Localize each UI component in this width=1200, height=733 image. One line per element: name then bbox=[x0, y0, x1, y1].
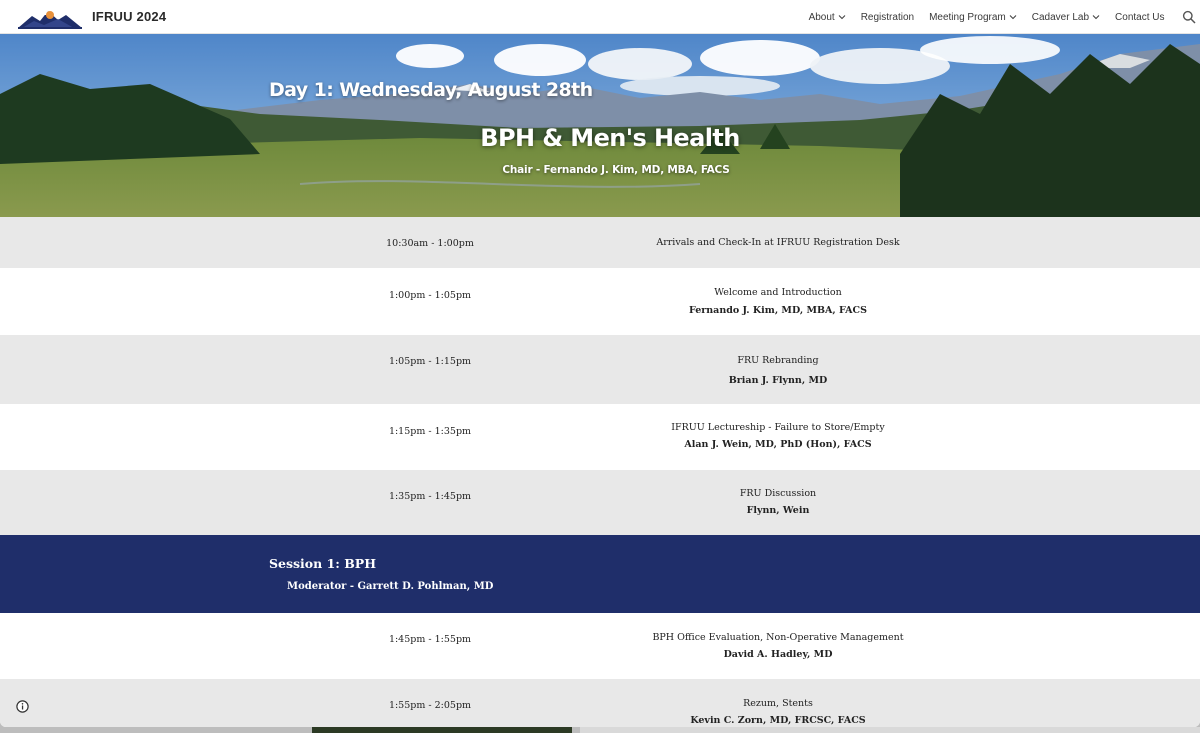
event-title: FRU Rebranding bbox=[737, 355, 819, 366]
event-speaker: Brian J. Flynn, MD bbox=[728, 374, 828, 386]
main-nav: About Registration Meeting Program Cadav… bbox=[801, 0, 1172, 34]
event-title: Rezum, Stents bbox=[743, 698, 813, 709]
nav-label: Registration bbox=[860, 11, 915, 23]
event-title: Welcome and Introduction bbox=[714, 287, 842, 298]
page-title: BPH & Men's Health bbox=[480, 124, 740, 152]
chevron-down-icon bbox=[1009, 15, 1017, 20]
nav-about[interactable]: About bbox=[801, 12, 853, 23]
event-title: IFRUU Lectureship - Failure to Store/Emp… bbox=[671, 422, 885, 433]
nav-label: Contact Us bbox=[1115, 11, 1165, 23]
event-speaker: Fernando J. Kim, MD, MBA, FACS bbox=[689, 304, 867, 316]
event-block: Welcome and Introduction Fernando J. Kim… bbox=[578, 288, 978, 315]
browser-page: IFRUU 2024 About Registration Meeting Pr… bbox=[0, 0, 1200, 727]
session-moderator: Moderator - Garrett D. Pohlman, MD bbox=[287, 581, 494, 592]
time-slot: 1:35pm - 1:45pm bbox=[388, 491, 472, 502]
event-block: FRU Rebranding Brian J. Flynn, MD bbox=[578, 356, 978, 385]
nav-registration[interactable]: Registration bbox=[853, 12, 921, 23]
time-slot: 1:05pm - 1:15pm bbox=[388, 356, 472, 367]
event-speaker: David A. Hadley, MD bbox=[723, 648, 833, 660]
session-header: Session 1: BPH Moderator - Garrett D. Po… bbox=[0, 535, 1200, 613]
chevron-down-icon bbox=[838, 15, 846, 20]
chair-subtitle: Chair - Fernando J. Kim, MD, MBA, FACS bbox=[502, 164, 730, 176]
schedule-row: 1:00pm - 1:05pm Welcome and Introduction… bbox=[0, 268, 1200, 335]
nav-contact-us[interactable]: Contact Us bbox=[1108, 12, 1172, 23]
nav-meeting-program[interactable]: Meeting Program bbox=[922, 12, 1025, 23]
session-title: Session 1: BPH bbox=[269, 556, 377, 571]
site-logo[interactable] bbox=[18, 6, 82, 30]
time-slot: 1:00pm - 1:05pm bbox=[388, 290, 472, 301]
info-icon[interactable] bbox=[16, 700, 29, 713]
search-icon[interactable] bbox=[1182, 10, 1196, 24]
background-window bbox=[580, 727, 1200, 733]
schedule-row: 1:45pm - 1:55pm BPH Office Evaluation, N… bbox=[0, 613, 1200, 679]
nav-label: About bbox=[808, 11, 835, 23]
event-speaker: Alan J. Wein, MD, PhD (Hon), FACS bbox=[684, 438, 872, 450]
schedule-row: 1:35pm - 1:45pm FRU Discussion Flynn, We… bbox=[0, 470, 1200, 535]
time-slot: 10:30am - 1:00pm bbox=[386, 238, 474, 249]
event-title: Arrivals and Check-In at IFRUU Registrat… bbox=[656, 237, 900, 248]
chevron-down-icon bbox=[1092, 15, 1100, 20]
nav-label: Cadaver Lab bbox=[1031, 11, 1090, 23]
event-block: BPH Office Evaluation, Non-Operative Man… bbox=[578, 633, 978, 659]
time-slot: 1:55pm - 2:05pm bbox=[388, 700, 472, 711]
schedule-row: 1:05pm - 1:15pm FRU Rebranding Brian J. … bbox=[0, 335, 1200, 404]
event-block: IFRUU Lectureship - Failure to Store/Emp… bbox=[578, 423, 978, 449]
event-block: FRU Discussion Flynn, Wein bbox=[578, 489, 978, 515]
event-title: BPH Office Evaluation, Non-Operative Man… bbox=[652, 632, 904, 643]
event-title: FRU Discussion bbox=[739, 488, 817, 499]
day-heading: Day 1: Wednesday, August 28th bbox=[269, 79, 593, 101]
site-title[interactable]: IFRUU 2024 bbox=[92, 9, 166, 24]
schedule-row: 1:55pm - 2:05pm Rezum, Stents Kevin C. Z… bbox=[0, 679, 1200, 727]
background-window bbox=[312, 727, 572, 733]
time-slot: 1:15pm - 1:35pm bbox=[388, 426, 472, 437]
hero-banner: Day 1: Wednesday, August 28th BPH & Men'… bbox=[0, 34, 1200, 217]
nav-cadaver-lab[interactable]: Cadaver Lab bbox=[1024, 12, 1107, 23]
time-slot: 1:45pm - 1:55pm bbox=[388, 634, 472, 645]
event-speaker: Flynn, Wein bbox=[746, 504, 810, 516]
event-block: Rezum, Stents Kevin C. Zorn, MD, FRCSC, … bbox=[578, 699, 978, 725]
schedule-row: 1:15pm - 1:35pm IFRUU Lectureship - Fail… bbox=[0, 404, 1200, 470]
event-speaker: Kevin C. Zorn, MD, FRCSC, FACS bbox=[690, 714, 866, 726]
schedule-row: 10:30am - 1:00pm Arrivals and Check-In a… bbox=[0, 217, 1200, 268]
nav-label: Meeting Program bbox=[929, 11, 1006, 23]
site-header: IFRUU 2024 About Registration Meeting Pr… bbox=[0, 0, 1200, 34]
